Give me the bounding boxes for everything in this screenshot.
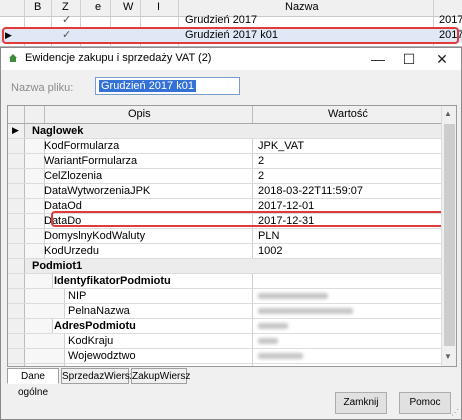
row-selector[interactable] bbox=[8, 319, 25, 333]
row-selector[interactable] bbox=[8, 229, 25, 243]
tab-zakup-wiersz[interactable]: ZakupWiersz bbox=[131, 368, 190, 384]
close-window-button[interactable]: ✕ bbox=[431, 50, 453, 68]
column-header-b[interactable]: B bbox=[34, 1, 41, 13]
row-selector[interactable] bbox=[8, 289, 25, 303]
tab-dane-ogolne[interactable]: Dane ogólne bbox=[7, 368, 59, 398]
column-header-w[interactable]: W bbox=[123, 1, 133, 13]
property-name: IdentyfikatorPodmiotu bbox=[54, 275, 171, 287]
row-selector[interactable] bbox=[8, 304, 25, 318]
highlight-annotation-row bbox=[51, 211, 445, 227]
help-button[interactable]: Pomoc bbox=[399, 392, 451, 414]
property-name: KodFormularza bbox=[44, 140, 120, 152]
property-name: AdresPodmiotu bbox=[54, 320, 136, 332]
column-header-z[interactable]: Z bbox=[62, 1, 69, 13]
redacted-value bbox=[258, 293, 328, 299]
grid-row[interactable]: DomyslnyKodWaluty PLN bbox=[8, 229, 441, 244]
row-selector[interactable] bbox=[8, 199, 25, 213]
resize-grip-icon[interactable]: ⋰ bbox=[451, 408, 459, 417]
highlight-annotation bbox=[2, 27, 459, 44]
column-header-e[interactable]: e bbox=[95, 1, 101, 13]
row-selector[interactable] bbox=[8, 349, 25, 363]
property-value[interactable]: 1002 bbox=[258, 244, 282, 258]
row-selector[interactable] bbox=[8, 214, 25, 228]
grid-row[interactable]: IdentyfikatorPodmiotu bbox=[8, 274, 441, 289]
check-icon: ✓ bbox=[62, 14, 72, 26]
grid-row[interactable]: CelZlozenia 2 bbox=[8, 169, 441, 184]
column-header-nazwa[interactable]: Nazwa bbox=[285, 1, 319, 13]
row-selector[interactable] bbox=[8, 139, 25, 153]
properties-grid[interactable]: Opis Wartość ▶ Naglowek KodFormularza JPK_V… bbox=[7, 105, 457, 367]
column-header-i[interactable]: I bbox=[157, 1, 160, 13]
property-name: Naglowek bbox=[32, 125, 84, 137]
column-header-opis[interactable]: Opis bbox=[128, 108, 151, 120]
property-name: PelnaNazwa bbox=[68, 305, 130, 317]
grid-row[interactable]: KodKraju bbox=[8, 334, 441, 349]
table-row[interactable]: ✓ Grudzień 2017 2017 bbox=[0, 14, 462, 28]
property-name: NIP bbox=[68, 290, 87, 302]
title-bar[interactable]: Ewidencje zakupu i sprzedaży VAT (2) — ☐… bbox=[1, 48, 461, 70]
row-selector[interactable] bbox=[8, 259, 25, 273]
property-value[interactable]: PLN bbox=[258, 229, 279, 243]
redacted-value bbox=[258, 338, 278, 344]
scrollbar-thumb[interactable] bbox=[444, 124, 455, 346]
grid-row[interactable]: WariantFormularza 2 bbox=[8, 154, 441, 169]
row-selector[interactable] bbox=[8, 169, 25, 183]
file-name-label: Nazwa pliku: bbox=[11, 82, 74, 94]
row-year: 2017 bbox=[439, 14, 462, 26]
property-value[interactable]: 2018-03-22T11:59:07 bbox=[258, 184, 363, 198]
app-icon bbox=[9, 54, 17, 62]
grid-row[interactable]: AdresPodmiotu bbox=[8, 319, 441, 334]
minimize-button[interactable]: — bbox=[367, 50, 389, 68]
row-selector[interactable]: ▶ bbox=[8, 124, 25, 138]
grid-row[interactable]: KodFormularza JPK_VAT bbox=[8, 139, 441, 154]
grid-row[interactable]: PelnaNazwa bbox=[8, 304, 441, 319]
property-name: WariantFormularza bbox=[44, 155, 138, 167]
close-button[interactable]: Zamknij bbox=[335, 392, 387, 414]
row-selector[interactable] bbox=[8, 184, 25, 198]
property-name: Wojewodztwo bbox=[68, 350, 136, 362]
property-value[interactable]: JPK_VAT bbox=[258, 139, 304, 153]
grid-row[interactable]: NIP bbox=[8, 289, 441, 304]
property-name: CelZlozenia bbox=[44, 170, 103, 182]
property-name: Powiat bbox=[68, 364, 101, 366]
dialog-window: Ewidencje zakupu i sprzedaży VAT (2) — ☐… bbox=[0, 47, 462, 420]
file-name-input[interactable]: Grudzień 2017 k01 bbox=[95, 77, 240, 95]
grid-row[interactable]: Powiat bbox=[8, 364, 441, 366]
grid-row[interactable]: KodUrzedu 1002 bbox=[8, 244, 441, 259]
grid-row[interactable]: Wojewodztwo bbox=[8, 349, 441, 364]
file-name-value: Grudzień 2017 k01 bbox=[99, 80, 196, 92]
row-name: Grudzień 2017 bbox=[185, 14, 258, 26]
row-selector[interactable] bbox=[8, 154, 25, 168]
row-selector[interactable] bbox=[8, 364, 25, 366]
tab-sprzedaz-wiersz[interactable]: SprzedazWiersz bbox=[61, 368, 135, 384]
redacted-value bbox=[258, 353, 303, 359]
redacted-value bbox=[258, 323, 288, 329]
property-name: KodUrzedu bbox=[44, 245, 100, 257]
row-selector[interactable] bbox=[8, 244, 25, 258]
row-indicator-icon: ▶ bbox=[12, 125, 19, 135]
grid-section-row[interactable]: ▶ Naglowek bbox=[8, 124, 441, 139]
column-header-wartosc[interactable]: Wartość bbox=[328, 108, 368, 120]
property-name: Podmiot1 bbox=[32, 260, 83, 272]
grid-header: Opis Wartość bbox=[8, 106, 441, 124]
scroll-down-icon[interactable]: ▼ bbox=[444, 352, 452, 361]
redacted-value bbox=[258, 308, 353, 314]
grid-section-row[interactable]: Podmiot1 bbox=[8, 259, 441, 274]
background-table: B Z e W I Nazwa ✓ Grudzień 2017 2017 ▶ ✓… bbox=[0, 0, 462, 47]
row-selector[interactable] bbox=[8, 334, 25, 348]
row-selector[interactable] bbox=[8, 274, 25, 288]
scroll-up-icon[interactable]: ▲ bbox=[444, 109, 452, 118]
property-value[interactable]: 2 bbox=[258, 169, 264, 183]
grid-row[interactable]: DataWytworzeniaJPK 2018-03-22T11:59:07 bbox=[8, 184, 441, 199]
maximize-button[interactable]: ☐ bbox=[398, 50, 420, 68]
property-name: KodKraju bbox=[68, 335, 114, 347]
property-name: DomyslnyKodWaluty bbox=[44, 230, 146, 242]
vertical-scrollbar[interactable]: ▲ ▼ bbox=[441, 106, 456, 366]
property-name: DataWytworzeniaJPK bbox=[44, 185, 151, 197]
property-value[interactable]: 2 bbox=[258, 154, 264, 168]
window-title: Ewidencje zakupu i sprzedaży VAT (2) bbox=[25, 52, 212, 64]
